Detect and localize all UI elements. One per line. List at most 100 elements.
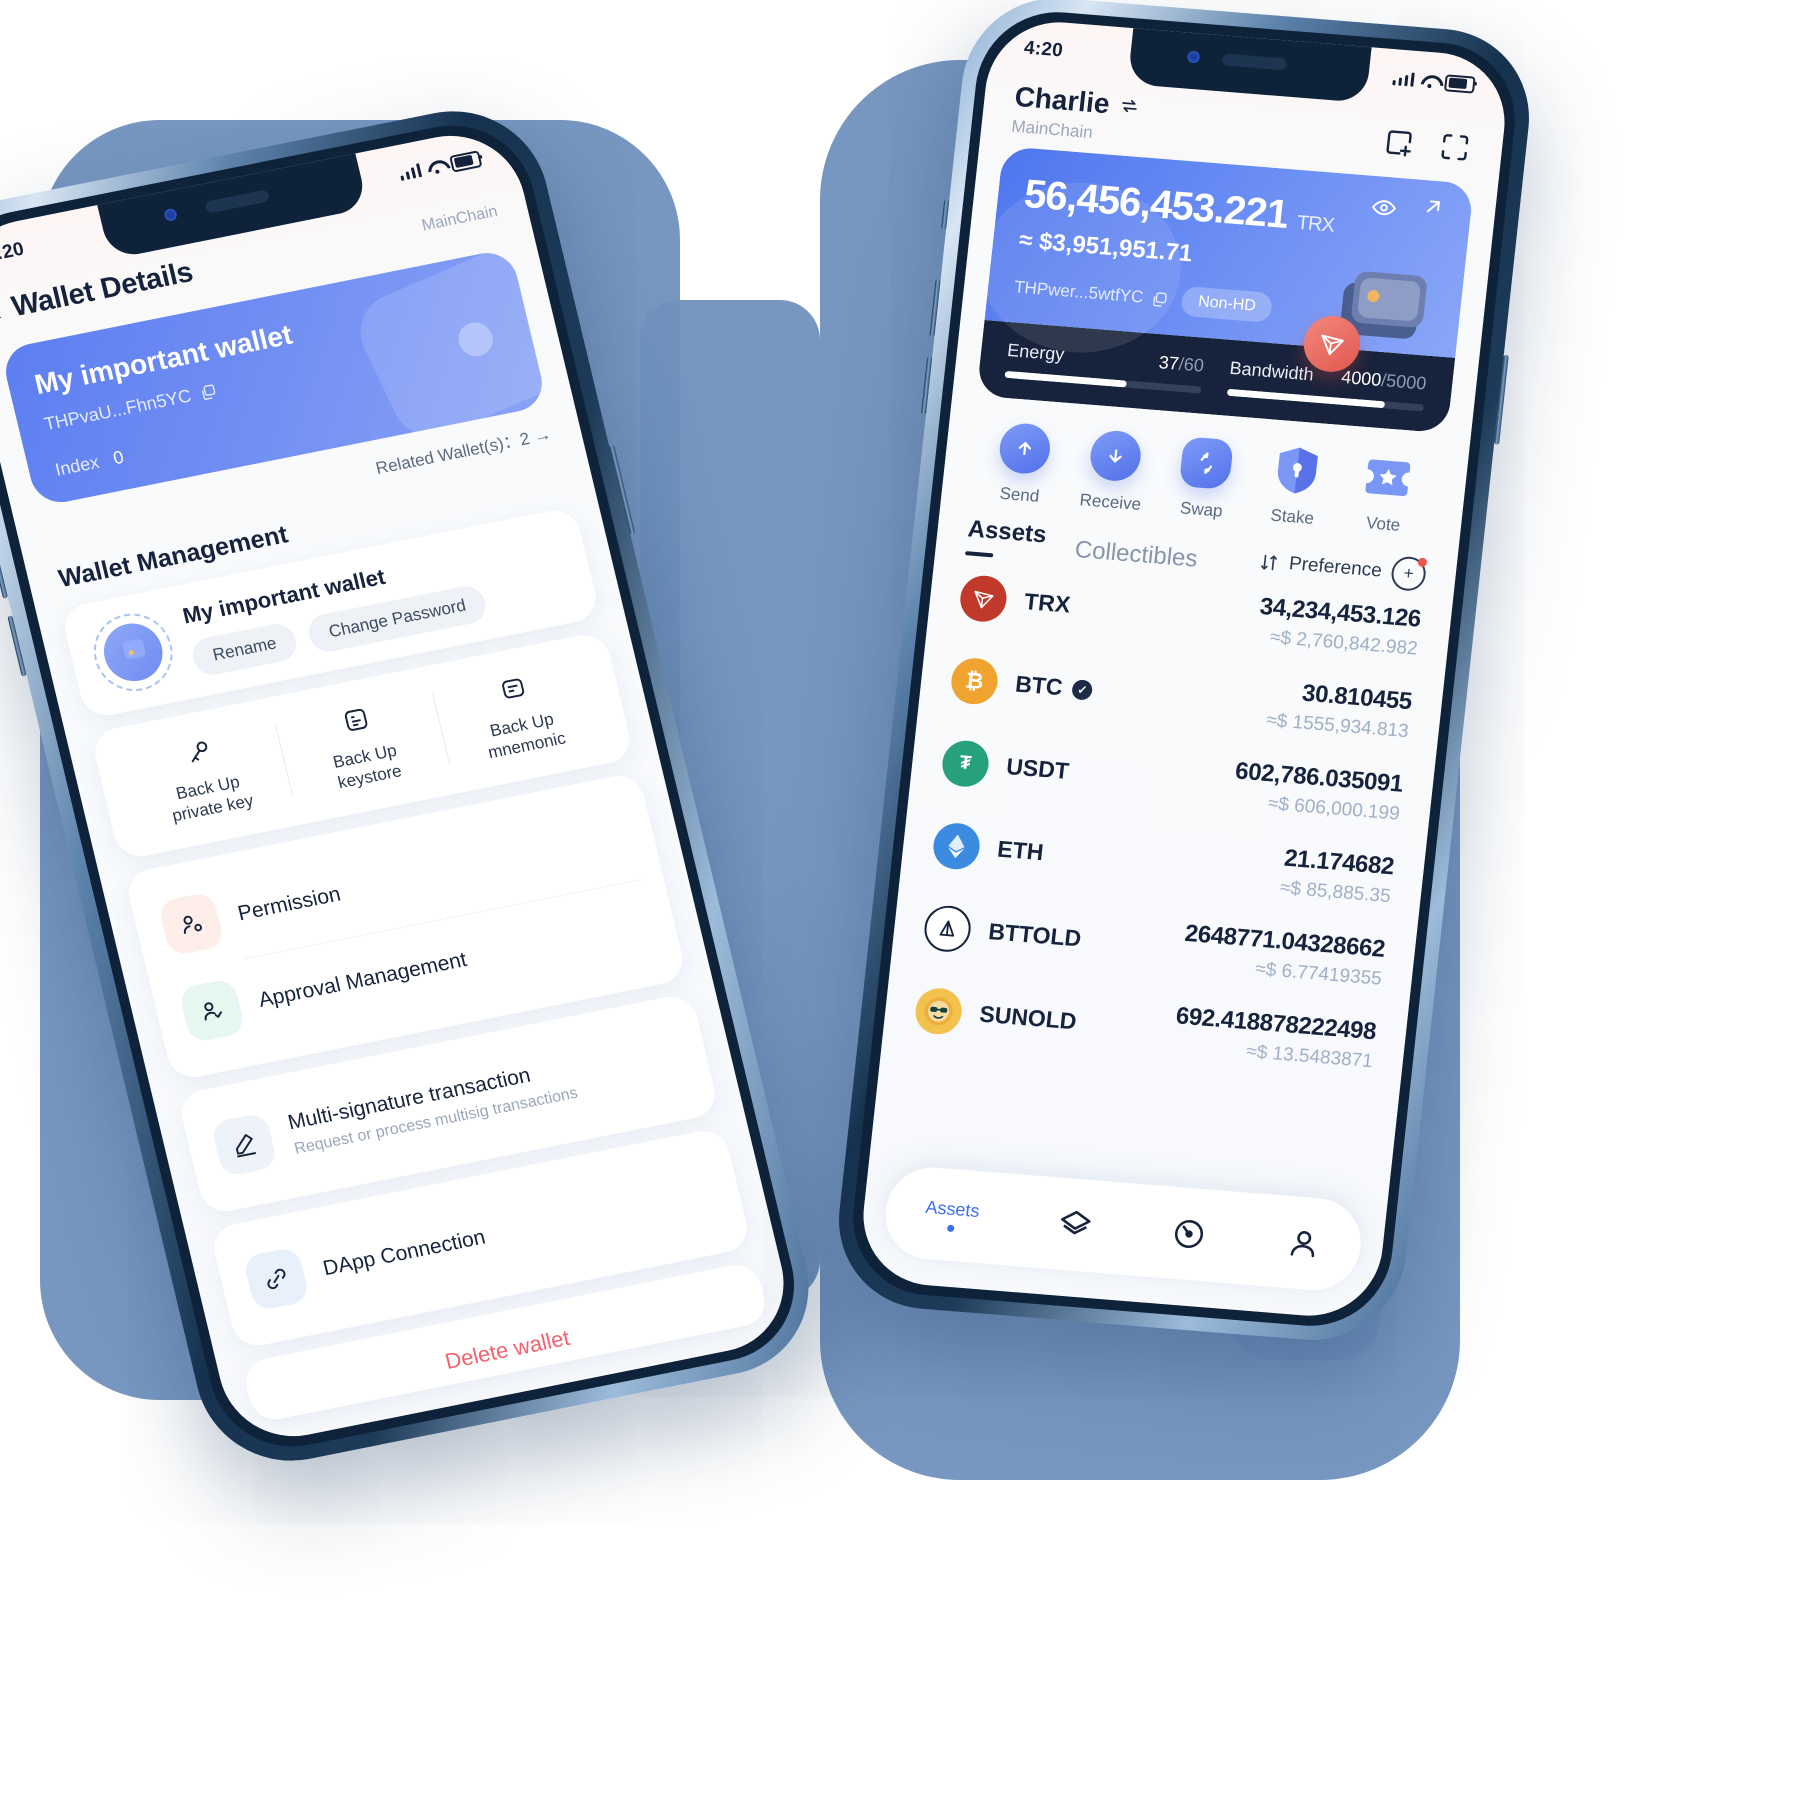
scan-qr-icon[interactable]: [1436, 129, 1474, 166]
bitcoin-icon: ₿: [949, 656, 1000, 706]
volume-down-button: [7, 615, 27, 677]
permission-text: Permission: [235, 882, 343, 926]
volume-up-button: [0, 537, 9, 599]
status-time: 4:20: [1023, 37, 1064, 62]
dapp-text: DApp Connection: [321, 1225, 488, 1281]
wifi-icon: [426, 159, 446, 175]
tab-bar-profile[interactable]: [1284, 1224, 1324, 1263]
status-time: 4:20: [0, 238, 27, 267]
account-block[interactable]: Charlie MainChain: [1010, 81, 1141, 147]
asset-amount: 21.174682: [1282, 844, 1396, 881]
asset-usd: ≈$ 1555,934.813: [1265, 709, 1410, 743]
wallet-index-label: Index: [53, 451, 102, 480]
permission-title: Permission: [235, 882, 343, 925]
wallet-index-value: 0: [111, 446, 126, 469]
signal-icon: [398, 163, 423, 182]
tab-bar-collectibles[interactable]: [1055, 1205, 1095, 1244]
approval-text: Approval Management: [256, 948, 469, 1013]
asset-symbol: SUNOLD: [978, 1000, 1078, 1035]
asset-values: 34,234,453.126 ≈$ 2,760,842.982: [1255, 593, 1423, 661]
add-token-icon[interactable]: +: [1389, 555, 1428, 593]
eye-icon[interactable]: [1370, 194, 1399, 222]
add-wallet-icon[interactable]: [1380, 125, 1418, 162]
approval-title: Approval Management: [256, 947, 469, 1012]
balance-card: 56,456,453.221 TRX ≈ $3,951,951.71 THPwer…: [976, 146, 1475, 434]
account-name: Charlie: [1013, 80, 1112, 120]
balance-top: 56,456,453.221 TRX ≈ $3,951,951.71 THPwer…: [976, 146, 1475, 375]
profile-tab-icon: [1290, 1231, 1314, 1258]
action-send-label: Send: [998, 483, 1041, 506]
bottom-tab-bar: Assets: [880, 1163, 1366, 1294]
asset-symbol: USDT: [1005, 753, 1071, 784]
action-send[interactable]: Send: [973, 420, 1073, 509]
asset-values: 692.418878222498 ≈$ 13.5483871: [1172, 1002, 1378, 1073]
arrow-up-icon: [996, 421, 1053, 476]
wallet-address: THPwer...5wtfYC: [1013, 277, 1145, 307]
status-indicators: [397, 149, 483, 183]
tron-logo-icon: [958, 573, 1009, 623]
wallet-avatar-icon: [97, 618, 169, 687]
backup-keystore-button[interactable]: Back Up keystore: [273, 684, 452, 807]
tab-assets[interactable]: Assets: [965, 515, 1048, 561]
asset-values: 30.810455 ≈$ 1555,934.813: [1265, 677, 1413, 743]
action-receive[interactable]: Receive: [1064, 427, 1164, 516]
balance-unit: TRX: [1295, 211, 1335, 237]
backup-private-key-button[interactable]: Back Up private key: [116, 715, 295, 838]
sun-icon: [913, 986, 965, 1036]
asset-symbol-row: BTC ✓: [1014, 671, 1094, 704]
chain-label[interactable]: MainChain: [420, 202, 499, 235]
asset-amount: 30.810455: [1300, 679, 1414, 716]
verified-badge-icon: ✓: [1071, 678, 1094, 701]
tether-icon: ₮: [940, 738, 991, 788]
resource-energy-value: 37/60: [1157, 352, 1205, 376]
explore-tab-icon: [1175, 1220, 1204, 1249]
notification-dot: [1417, 557, 1428, 568]
asset-list: TRX 34,234,453.126 ≈$ 2,760,842.982 ₿ BT…: [881, 553, 1453, 1090]
back-button[interactable]: ‹: [0, 294, 4, 328]
swap-icon: [1178, 436, 1234, 491]
signal-icon: [1391, 71, 1415, 87]
tab-active-dot: [946, 1224, 955, 1232]
asset-symbol: BTTOLD: [987, 918, 1083, 952]
rename-button[interactable]: Rename: [189, 620, 301, 679]
pencil-icon: [210, 1111, 279, 1177]
external-link-icon[interactable]: [1420, 194, 1447, 220]
battery-icon: [448, 149, 483, 173]
action-swap[interactable]: Swap: [1155, 435, 1255, 524]
dapp-title: DApp Connection: [320, 1225, 488, 1280]
account-name-row[interactable]: Charlie: [1013, 81, 1141, 123]
wifi-icon: [1420, 74, 1438, 88]
action-vote[interactable]: Vote: [1337, 449, 1437, 538]
battery-icon: [1443, 73, 1476, 94]
arrow-down-icon: [1087, 429, 1144, 483]
sort-icon[interactable]: [1258, 552, 1280, 573]
resource-energy-total: 60: [1182, 354, 1205, 376]
approval-icon: [177, 977, 246, 1043]
switch-account-icon[interactable]: [1118, 95, 1140, 116]
tab-assets-label: Assets: [966, 515, 1048, 549]
asset-symbol: TRX: [1023, 588, 1072, 618]
power-button: [1494, 354, 1509, 445]
resource-bandwidth-value: 4000/5000: [1340, 366, 1428, 394]
permission-icon: [157, 890, 226, 957]
copy-icon[interactable]: [198, 382, 219, 402]
tab-bar-explore[interactable]: [1169, 1215, 1209, 1254]
preference-label: Preference: [1287, 553, 1383, 582]
action-receive-label: Receive: [1078, 490, 1143, 515]
asset-usd: ≈$ 85,885.35: [1278, 877, 1392, 908]
multisig-text: Multi-signature transaction Request or p…: [286, 1055, 580, 1158]
header-actions: [1380, 111, 1475, 166]
tab-bar-assets[interactable]: Assets: [923, 1196, 981, 1233]
ethereum-icon: [931, 821, 982, 871]
action-stake[interactable]: Stake: [1246, 442, 1346, 531]
action-vote-label: Vote: [1365, 513, 1402, 535]
asset-values: 21.174682 ≈$ 85,885.35: [1279, 845, 1395, 909]
resource-bandwidth-total: 5000: [1385, 370, 1428, 394]
copy-icon[interactable]: [1150, 290, 1169, 308]
asset-values: 2648771.04328662 ≈$ 6.77419355: [1180, 920, 1387, 991]
backup-mnemonic-button[interactable]: Back Up mnemonic: [430, 652, 609, 775]
ticket-star-icon: [1361, 451, 1416, 505]
screen-assets: 4:20 Charlie MainChain 56,456,453.221 TR…: [856, 16, 1512, 1322]
avatar[interactable]: [85, 606, 181, 698]
action-stake-label: Stake: [1269, 505, 1315, 528]
